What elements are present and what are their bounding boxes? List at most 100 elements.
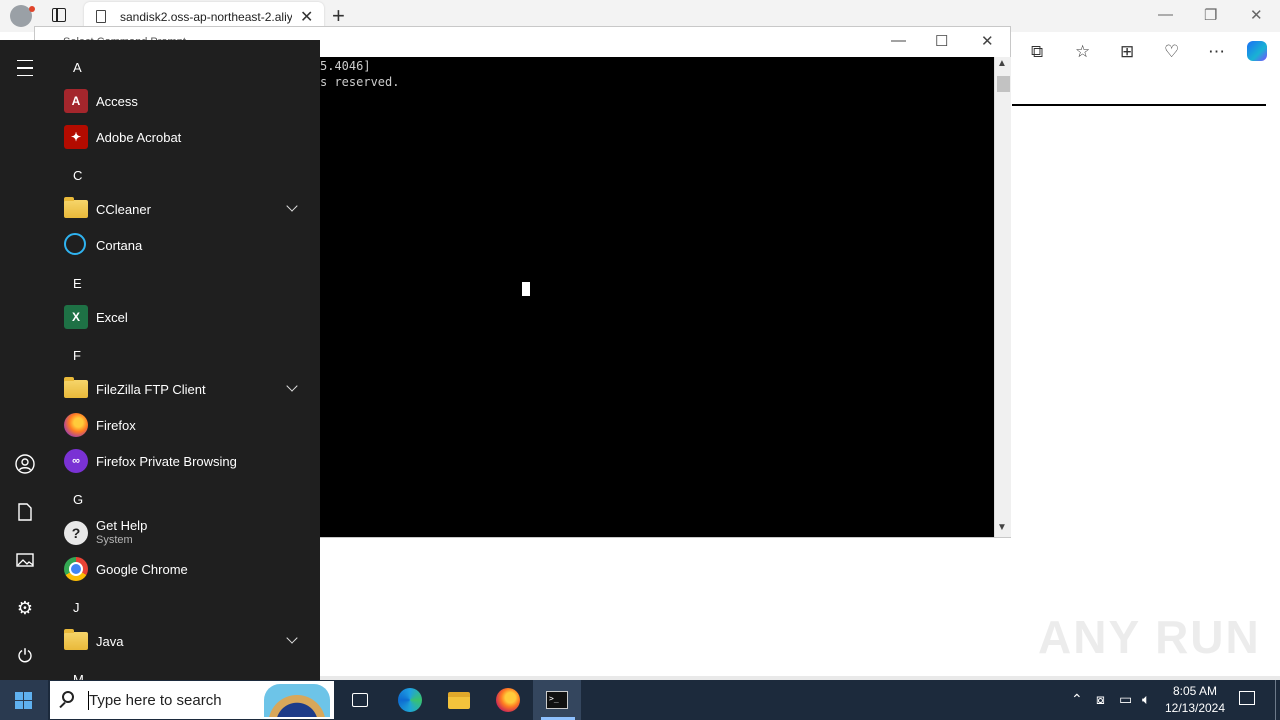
task-view-icon <box>352 693 368 707</box>
favorites-icon[interactable]: ☆ <box>1075 42 1090 62</box>
start-menu-rail: ⚙ ⏻ <box>0 40 50 680</box>
folder-icon <box>64 629 88 650</box>
app-item-firefox-private[interactable]: ∞ Firefox Private Browsing <box>50 443 312 479</box>
tab-close-button[interactable]: ✕ <box>300 7 313 27</box>
firefox-private-icon: ∞ <box>64 449 88 473</box>
collections-icon[interactable]: ⊞ <box>1120 42 1134 62</box>
app-item-get-help[interactable]: ? Get Help System <box>50 513 312 553</box>
group-header-a[interactable]: A <box>73 60 82 75</box>
power-icon[interactable]: ⏻ <box>0 636 50 676</box>
documents-icon[interactable] <box>0 492 50 532</box>
cortana-icon <box>64 233 86 255</box>
search-icon <box>62 691 74 703</box>
start-button[interactable] <box>0 680 48 720</box>
show-hidden-icons-icon[interactable]: ⌃ <box>1071 691 1083 708</box>
page-favicon-icon <box>96 10 106 23</box>
group-header-e[interactable]: E <box>73 276 82 291</box>
cmd-maximize-button[interactable]: ☐ <box>935 32 948 50</box>
edge-taskbar-button[interactable] <box>386 680 434 720</box>
folder-icon <box>64 377 88 398</box>
app-name: Get Help <box>96 518 148 533</box>
file-explorer-taskbar-button[interactable] <box>435 680 483 720</box>
app-item-filezilla[interactable]: FileZilla FTP Client <box>50 371 312 407</box>
app-item-ccleaner[interactable]: CCleaner <box>50 191 312 227</box>
app-item-firefox[interactable]: Firefox <box>50 407 312 443</box>
group-header-m[interactable]: M <box>73 672 84 680</box>
group-header-f[interactable]: F <box>73 348 81 363</box>
pictures-icon[interactable] <box>0 540 50 580</box>
performance-icon[interactable]: ♡ <box>1164 42 1179 62</box>
browser-minimize-button[interactable]: — <box>1158 6 1173 23</box>
cmd-close-button[interactable]: ✕ <box>981 32 994 50</box>
app-item-java[interactable]: Java <box>50 623 312 659</box>
cmd-minimize-button[interactable]: — <box>891 32 906 49</box>
chevron-down-icon[interactable] <box>286 632 298 644</box>
file-explorer-icon <box>448 691 470 709</box>
app-name: Google Chrome <box>96 562 188 577</box>
app-name: Cortana <box>96 238 143 253</box>
search-input[interactable]: Type here to search <box>50 681 334 719</box>
notifications-icon[interactable] <box>1239 691 1255 705</box>
clock[interactable]: 8:05 AM 12/13/2024 <box>1160 683 1230 717</box>
text-cursor <box>522 282 530 296</box>
get-help-icon: ? <box>64 521 88 545</box>
anyrun-watermark: ANY RUN <box>1038 611 1261 663</box>
app-name: Access <box>96 94 138 109</box>
browser-restore-button[interactable]: ❐ <box>1204 6 1217 24</box>
hamburger-icon[interactable] <box>0 48 50 88</box>
search-placeholder: Type here to search <box>89 692 222 709</box>
cmd-console-area[interactable]: 5.4046] s reserved. <box>320 57 994 537</box>
firefox-icon <box>496 688 520 712</box>
app-name: Adobe Acrobat <box>96 130 182 145</box>
app-name: Firefox Private Browsing <box>96 454 237 469</box>
show-desktop-button[interactable] <box>1275 680 1276 720</box>
user-icon[interactable] <box>0 444 50 484</box>
access-icon: A <box>64 89 88 113</box>
group-header-g[interactable]: G <box>73 492 83 507</box>
group-header-j[interactable]: J <box>73 600 80 615</box>
app-name: Firefox <box>96 418 136 433</box>
task-view-button[interactable] <box>336 680 384 720</box>
console-line: 5.4046] <box>320 59 371 73</box>
scroll-thumb[interactable] <box>997 76 1010 92</box>
firefox-taskbar-button[interactable] <box>484 680 532 720</box>
page-divider <box>1012 104 1266 106</box>
cmd-scrollbar[interactable]: ▲ ▼ <box>994 57 1011 537</box>
folder-icon <box>64 197 88 218</box>
search-highlight-image[interactable] <box>264 684 330 717</box>
clock-time: 8:05 AM <box>1172 684 1218 698</box>
settings-icon[interactable]: ⚙ <box>0 588 50 628</box>
chrome-icon <box>64 557 88 581</box>
app-list: A A Access ✦ Adobe Acrobat C CCleaner Co… <box>50 40 320 680</box>
group-header-c[interactable]: C <box>73 168 82 183</box>
app-item-cortana[interactable]: Cortana <box>50 227 312 263</box>
app-name: Excel <box>96 310 128 325</box>
adobe-acrobat-icon: ✦ <box>64 125 88 149</box>
console-line: s reserved. <box>320 75 400 89</box>
browser-close-button[interactable]: ✕ <box>1250 6 1263 24</box>
app-item-adobe-acrobat[interactable]: ✦ Adobe Acrobat <box>50 119 312 155</box>
app-item-google-chrome[interactable]: Google Chrome <box>50 551 312 587</box>
taskbar: Type here to search >_ ⌃ ⧇ ▭ 🔈︎ 8:05 AM … <box>0 680 1280 720</box>
more-icon[interactable]: ⋯ <box>1208 42 1225 62</box>
scroll-up-icon[interactable]: ▲ <box>997 58 1007 69</box>
tab-title: sandisk2.oss-ap-northeast-2.aliyuncs.com <box>120 10 292 24</box>
profile-notification-dot <box>29 6 35 12</box>
tab-actions-icon[interactable] <box>52 8 66 22</box>
meet-now-icon[interactable]: ⧇ <box>1096 691 1105 708</box>
app-item-access[interactable]: A Access <box>50 83 312 119</box>
network-icon[interactable]: ▭ <box>1119 691 1132 708</box>
chevron-down-icon[interactable] <box>286 380 298 392</box>
clock-date: 12/13/2024 <box>1164 701 1226 715</box>
command-prompt-icon: >_ <box>546 691 568 709</box>
copilot-icon[interactable] <box>1247 41 1267 61</box>
split-screen-icon[interactable]: ⧉ <box>1031 42 1043 62</box>
app-subtitle: System <box>96 534 133 546</box>
scroll-down-icon[interactable]: ▼ <box>997 522 1007 533</box>
cmd-window-edge <box>320 537 1011 538</box>
volume-icon[interactable]: 🔈︎ <box>1142 691 1150 708</box>
app-name: Java <box>96 634 124 649</box>
cmd-taskbar-icon-wrap[interactable]: >_ <box>533 680 581 720</box>
chevron-down-icon[interactable] <box>286 200 298 212</box>
app-item-excel[interactable]: X Excel <box>50 299 312 335</box>
